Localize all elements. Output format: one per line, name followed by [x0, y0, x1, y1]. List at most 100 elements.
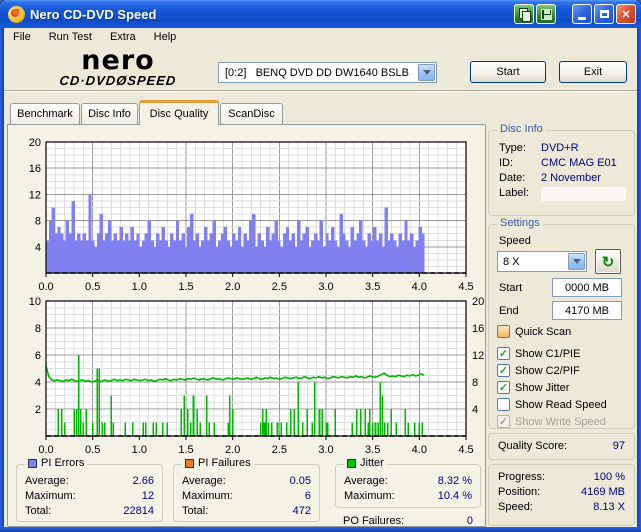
- svg-text:2.0: 2.0: [225, 444, 240, 456]
- svg-text:3.5: 3.5: [365, 444, 380, 456]
- jitter-title: Jitter: [360, 457, 384, 469]
- svg-text:4.5: 4.5: [458, 444, 473, 456]
- menu-help[interactable]: Help: [145, 29, 186, 45]
- svg-text:20: 20: [29, 137, 41, 149]
- position-row: Position: 4169 MB: [498, 486, 625, 498]
- svg-text:8: 8: [35, 323, 41, 335]
- tab-disc-info[interactable]: Disc Info: [81, 103, 138, 124]
- disc-info-group-title: Disc Info: [497, 123, 546, 135]
- copy-to-clipboard-button[interactable]: [514, 4, 534, 24]
- disc-date-row: Date: 2 November: [499, 172, 601, 184]
- drive-select-arrow-button[interactable]: [418, 64, 435, 81]
- nero-logo-text: nero: [81, 45, 155, 76]
- checkbox-show-read-speed[interactable]: Show Read Speed: [497, 398, 607, 411]
- svg-text:8: 8: [472, 377, 478, 389]
- header-separator: [4, 90, 637, 92]
- exit-button[interactable]: Exit: [559, 61, 627, 83]
- disc-quality-tab-page: 20 16 12 8 4 0.0 0.5 1.0 1.5 2.0 2.5 3.0 3.5 4.0 4.5 1…: [7, 124, 486, 527]
- save-button[interactable]: [536, 4, 556, 24]
- window-title: Nero CD-DVD Speed: [30, 6, 157, 22]
- disc-id-row: ID: CMC MAG E01: [499, 157, 617, 169]
- pi-errors-average-row: Average: 2.66: [25, 475, 154, 487]
- svg-text:16: 16: [29, 163, 41, 175]
- speed-select[interactable]: 8 X: [497, 251, 587, 272]
- maximize-icon: [599, 10, 609, 18]
- minimize-button[interactable]: [572, 4, 592, 24]
- pi-errors-total-row: Total: 22814: [25, 505, 154, 517]
- pi-failures-total-row: Total: 472: [182, 505, 311, 517]
- svg-text:0.5: 0.5: [85, 281, 100, 293]
- checkbox-icon: ✓: [497, 415, 510, 428]
- window-border-left: [0, 28, 4, 527]
- speed-label: Speed: [499, 235, 531, 247]
- disc-label-value: [541, 187, 626, 201]
- maximize-button[interactable]: [594, 4, 614, 24]
- menu-run-test[interactable]: Run Test: [40, 29, 101, 45]
- checkbox-icon: ✓: [497, 325, 510, 338]
- settings-group-title: Settings: [497, 217, 543, 229]
- checkbox-icon: [497, 398, 510, 411]
- jitter-maximum-row: Maximum: 10.4 %: [344, 490, 472, 502]
- chevron-down-icon: [422, 70, 431, 75]
- save-icon: [540, 8, 552, 20]
- checkbox-icon: ✓: [497, 381, 510, 394]
- copy-icon: [518, 8, 531, 22]
- svg-text:4: 4: [35, 377, 41, 389]
- disc-label-row: Label:: [489, 186, 634, 203]
- svg-text:2.5: 2.5: [272, 281, 287, 293]
- speed-select-arrow-button[interactable]: [568, 253, 585, 270]
- svg-text:12: 12: [29, 189, 41, 201]
- tab-benchmark[interactable]: Benchmark: [10, 103, 80, 124]
- pi-failures-stats-group: PI Failures Average: 0.05 Maximum: 6 Total…: [173, 457, 320, 522]
- menu-extra[interactable]: Extra: [101, 29, 145, 45]
- pi-failures-legend-icon: [185, 458, 194, 468]
- drive-select-value: [0:2] BENQ DVD DD DW1640 BSLB: [225, 66, 410, 79]
- svg-text:2.0: 2.0: [225, 281, 240, 293]
- svg-text:1.0: 1.0: [132, 444, 147, 456]
- checkbox-show-jitter[interactable]: ✓ Show Jitter: [497, 381, 569, 394]
- checkbox-show-c1-pie[interactable]: ✓ Show C1/PIE: [497, 347, 580, 360]
- checkbox-show-c2-pif[interactable]: ✓ Show C2/PIF: [497, 364, 580, 377]
- quality-score-label: Quality Score:: [498, 440, 568, 452]
- close-button[interactable]: ✕: [616, 4, 636, 24]
- settings-group: Settings Speed 8 X ↻ Start 0000 MB End 4…: [488, 217, 635, 429]
- speed-row: Speed: 8.13 X: [498, 501, 625, 513]
- pi-errors-stats-group: PI Errors Average: 2.66 Maximum: 12 Total:…: [16, 457, 163, 522]
- pi-failures-title: PI Failures: [198, 457, 251, 469]
- svg-text:12: 12: [472, 350, 484, 362]
- quality-score-value: 97: [612, 440, 625, 452]
- svg-text:8: 8: [35, 216, 41, 228]
- tab-scandisc[interactable]: ScanDisc: [220, 103, 283, 124]
- jitter-legend-icon: [347, 458, 356, 468]
- window-border-bottom: [0, 527, 641, 532]
- drive-select[interactable]: [0:2] BENQ DVD DD DW1640 BSLB: [218, 62, 437, 83]
- refresh-speed-button[interactable]: ↻: [595, 249, 621, 274]
- close-icon: ✕: [621, 8, 631, 21]
- svg-text:3.5: 3.5: [365, 281, 380, 293]
- cdvdspeed-logo-text: CD·DVDØSPEED: [58, 73, 178, 88]
- pi-errors-legend-icon: [28, 458, 37, 468]
- jitter-average-row: Average: 8.32 %: [344, 475, 472, 487]
- speed-select-value: 8 X: [503, 255, 520, 268]
- nero-logo: nero CD·DVDØSPEED: [28, 45, 208, 88]
- svg-text:1.0: 1.0: [132, 281, 147, 293]
- checkbox-show-write-speed[interactable]: ✓ Show Write Speed: [497, 415, 606, 428]
- svg-text:4: 4: [35, 242, 41, 254]
- po-failures-row: PO Failures: 0: [343, 515, 473, 527]
- svg-text:0.5: 0.5: [85, 444, 100, 456]
- svg-text:4: 4: [472, 404, 478, 416]
- title-bar[interactable]: Nero CD-DVD Speed ✕: [0, 0, 641, 28]
- tab-disc-quality[interactable]: Disc Quality: [139, 100, 219, 125]
- checkbox-quick-scan[interactable]: ✓Quick Scan: [497, 325, 571, 338]
- app-icon: [8, 5, 25, 23]
- svg-text:0.0: 0.0: [38, 444, 53, 456]
- pi-failures-jitter-chart: 10 8 6 4 2 20 16 12 8 4 0.0 0.5 1.0 1.5 2.0 2.5 3.0 3.5 4.…: [29, 296, 485, 456]
- start-position-field[interactable]: 0000 MB: [552, 278, 622, 297]
- start-button[interactable]: Start: [470, 61, 546, 83]
- svg-text:4.0: 4.0: [412, 281, 427, 293]
- end-position-label: End: [499, 305, 519, 317]
- menu-file[interactable]: File: [4, 29, 40, 45]
- svg-text:3.0: 3.0: [318, 281, 333, 293]
- end-position-field[interactable]: 4170 MB: [552, 301, 622, 320]
- pi-errors-chart: 20 16 12 8 4 0.0 0.5 1.0 1.5 2.0 2.5 3.0 3.5 4.0 4.5: [29, 137, 474, 293]
